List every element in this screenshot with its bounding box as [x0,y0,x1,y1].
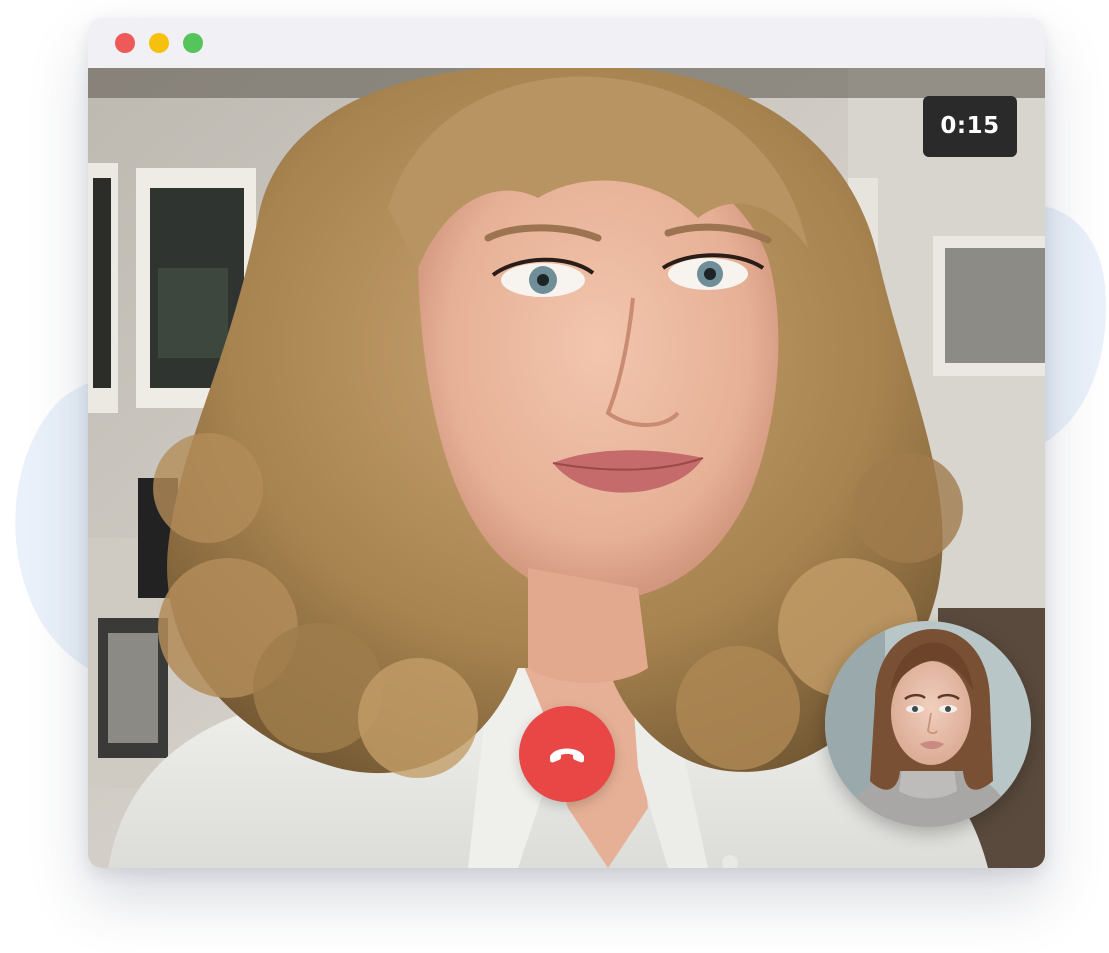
phone-hangup-icon [550,748,584,763]
call-timer: 0:15 [923,96,1017,157]
title-bar [88,18,1045,68]
local-participant-video [825,621,1031,827]
remote-video: 0:15 [88,68,1045,868]
self-view-video[interactable] [825,621,1031,827]
zoom-window-button[interactable] [183,33,203,53]
end-call-button[interactable] [519,706,615,802]
stage: 0:15 [0,0,1109,953]
minimize-window-button[interactable] [149,33,169,53]
video-call-window: 0:15 [88,18,1045,868]
close-window-button[interactable] [115,33,135,53]
